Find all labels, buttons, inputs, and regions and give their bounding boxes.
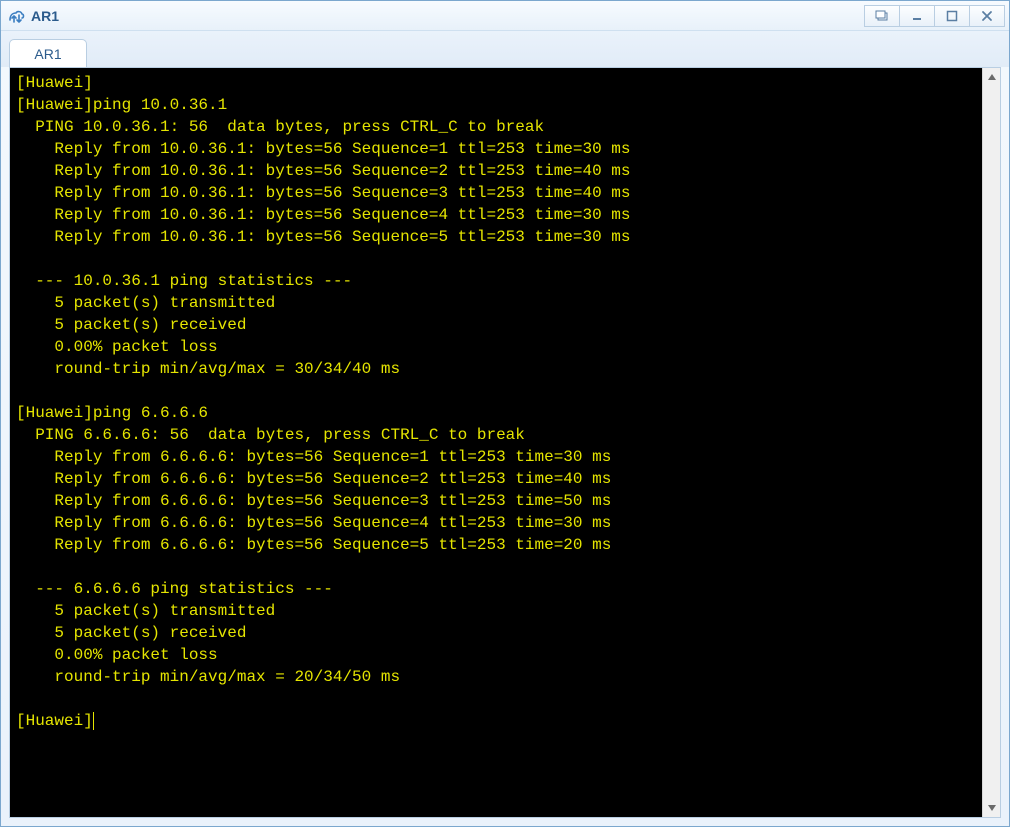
client-area: [Huawei] [Huawei]ping 10.0.36.1 PING 10.… xyxy=(9,67,1001,818)
minimize-button[interactable] xyxy=(899,5,935,27)
terminal-line: Reply from 6.6.6.6: bytes=56 Sequence=3 … xyxy=(16,492,611,510)
terminal-prompt: [Huawei] xyxy=(16,712,93,730)
detach-button[interactable] xyxy=(864,5,900,27)
terminal-line: PING 6.6.6.6: 56 data bytes, press CTRL_… xyxy=(16,426,525,444)
terminal-line: Reply from 6.6.6.6: bytes=56 Sequence=4 … xyxy=(16,514,611,532)
tab-strip: AR1 xyxy=(1,31,1009,67)
terminal-line: PING 10.0.36.1: 56 data bytes, press CTR… xyxy=(16,118,544,136)
window-title: AR1 xyxy=(31,8,59,24)
terminal-line: 0.00% packet loss xyxy=(16,338,218,356)
window-controls xyxy=(864,5,1005,27)
terminal-line: Reply from 10.0.36.1: bytes=56 Sequence=… xyxy=(16,140,631,158)
scroll-track[interactable] xyxy=(983,86,1000,799)
terminal-line: 5 packet(s) received xyxy=(16,624,246,642)
terminal-line: Reply from 10.0.36.1: bytes=56 Sequence=… xyxy=(16,184,631,202)
terminal-line: --- 10.0.36.1 ping statistics --- xyxy=(16,272,352,290)
terminal-line: [Huawei]ping 6.6.6.6 xyxy=(16,404,208,422)
terminal-line: Reply from 10.0.36.1: bytes=56 Sequence=… xyxy=(16,206,631,224)
terminal-line: [Huawei]ping 10.0.36.1 xyxy=(16,96,227,114)
terminal-line: --- 6.6.6.6 ping statistics --- xyxy=(16,580,333,598)
scroll-down-arrow[interactable] xyxy=(983,799,1000,817)
terminal-line: 5 packet(s) transmitted xyxy=(16,602,275,620)
close-button[interactable] xyxy=(969,5,1005,27)
maximize-button[interactable] xyxy=(934,5,970,27)
terminal-line: round-trip min/avg/max = 20/34/50 ms xyxy=(16,668,400,686)
app-window: AR1 xyxy=(0,0,1010,827)
terminal-line: Reply from 6.6.6.6: bytes=56 Sequence=2 … xyxy=(16,470,611,488)
terminal-cursor xyxy=(93,712,94,730)
terminal-line: 5 packet(s) received xyxy=(16,316,246,334)
vertical-scrollbar[interactable] xyxy=(982,68,1000,817)
terminal-line: Reply from 10.0.36.1: bytes=56 Sequence=… xyxy=(16,162,631,180)
app-icon xyxy=(7,7,25,25)
terminal-line: 5 packet(s) transmitted xyxy=(16,294,275,312)
terminal-line: Reply from 6.6.6.6: bytes=56 Sequence=1 … xyxy=(16,448,611,466)
tab-ar1[interactable]: AR1 xyxy=(9,39,87,68)
terminal-line: 0.00% packet loss xyxy=(16,646,218,664)
scroll-up-arrow[interactable] xyxy=(983,68,1000,86)
terminal[interactable]: [Huawei] [Huawei]ping 10.0.36.1 PING 10.… xyxy=(10,68,982,817)
terminal-line: [Huawei] xyxy=(16,74,93,92)
title-bar: AR1 xyxy=(1,1,1009,31)
terminal-line: Reply from 10.0.36.1: bytes=56 Sequence=… xyxy=(16,228,631,246)
terminal-line: Reply from 6.6.6.6: bytes=56 Sequence=5 … xyxy=(16,536,611,554)
terminal-line: round-trip min/avg/max = 30/34/40 ms xyxy=(16,360,400,378)
